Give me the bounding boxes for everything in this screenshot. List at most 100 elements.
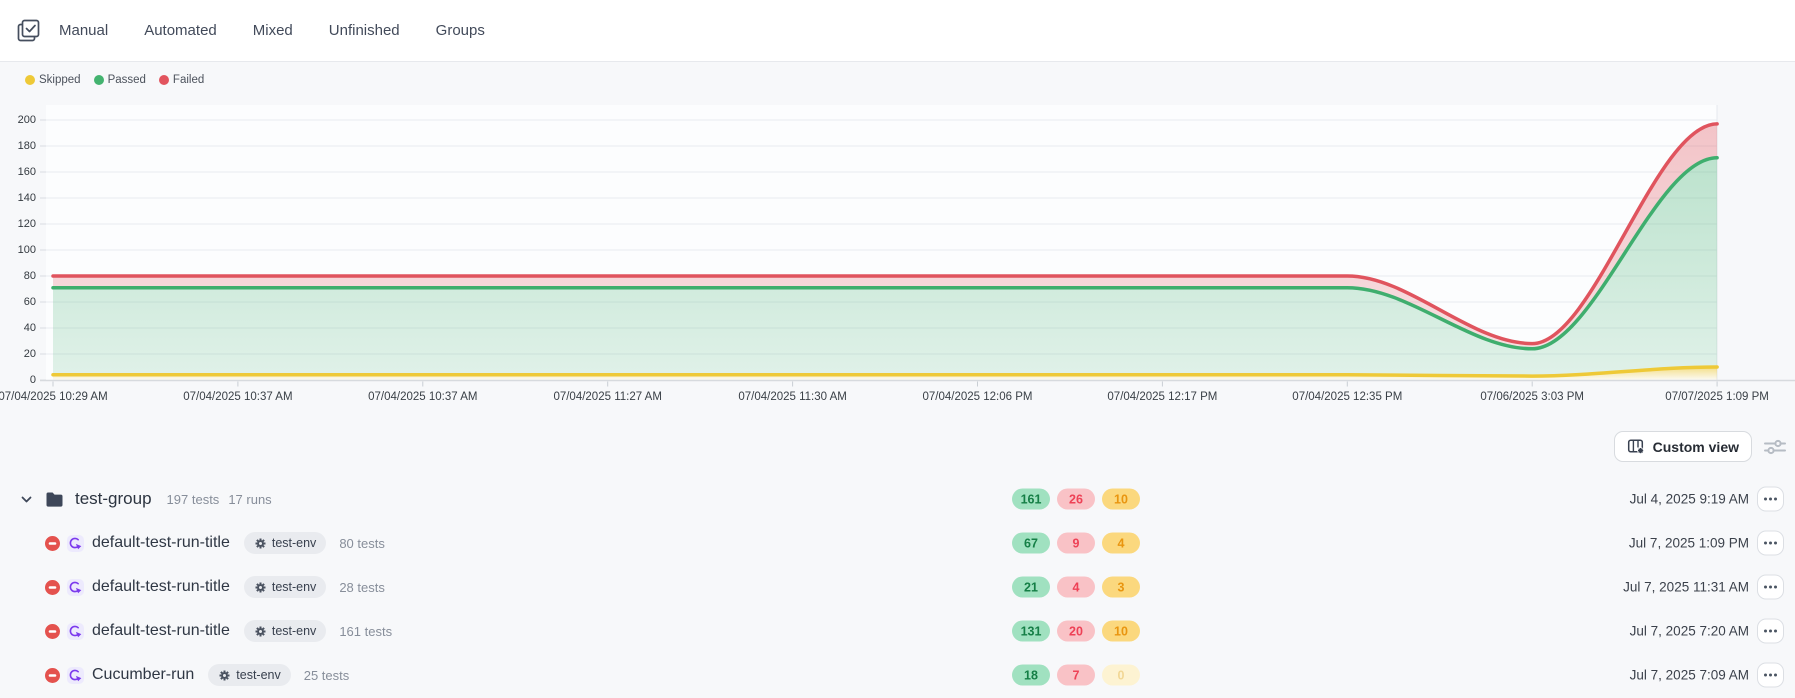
tests-count: 80 tests xyxy=(339,536,385,551)
gear-icon xyxy=(254,537,267,550)
skipped-badge: 0 xyxy=(1102,665,1140,686)
test-group-row[interactable]: test-group 197 tests 17 runs 161 26 10 J… xyxy=(0,477,1795,521)
test-run-icon xyxy=(67,579,84,596)
passed-badge: 67 xyxy=(1012,533,1050,554)
status-stopped-icon xyxy=(45,536,60,551)
tabs: Manual Automated Mixed Unfinished Groups xyxy=(59,22,485,39)
tab-unfinished[interactable]: Unfinished xyxy=(329,22,400,39)
run-date: Jul 4, 2025 9:19 AM xyxy=(1630,492,1749,507)
failed-badge: 9 xyxy=(1057,533,1095,554)
gear-icon xyxy=(254,581,267,594)
skipped-badge: 10 xyxy=(1102,489,1140,510)
sliders-icon[interactable] xyxy=(1763,438,1787,461)
result-badges: 21 4 3 xyxy=(1012,577,1140,598)
run-left: default-test-run-title xyxy=(45,576,385,598)
skipped-badge: 4 xyxy=(1102,533,1140,554)
skipped-dot-icon xyxy=(25,75,35,85)
result-badges: 161 26 10 xyxy=(1012,489,1140,510)
y-axis-label: 20 xyxy=(0,348,36,360)
test-runs-page: Manual Automated Mixed Unfinished Groups… xyxy=(0,0,1795,698)
y-axis-label: 60 xyxy=(0,296,36,308)
x-axis-label: 07/06/2025 3:03 PM xyxy=(1480,391,1584,403)
passed-badge: 131 xyxy=(1012,621,1050,642)
skipped-badge: 10 xyxy=(1102,621,1140,642)
result-badges: 67 9 4 xyxy=(1012,533,1140,554)
x-axis-label: 07/04/2025 10:37 AM xyxy=(183,391,292,403)
environment-badge[interactable]: test-env xyxy=(208,664,290,686)
gear-icon xyxy=(254,625,267,638)
test-results-area-chart: 020406080100120140160180200 07/04/2025 1… xyxy=(0,95,1795,415)
tab-manual[interactable]: Manual xyxy=(59,22,108,39)
result-badges: 131 20 10 xyxy=(1012,621,1140,642)
legend-item-failed[interactable]: Failed xyxy=(159,74,204,86)
tab-automated[interactable]: Automated xyxy=(144,22,217,39)
custom-view-button[interactable]: Custom view xyxy=(1614,431,1752,462)
group-title[interactable]: test-group xyxy=(75,489,152,509)
tests-count: 161 tests xyxy=(339,624,392,639)
legend-item-skipped[interactable]: Skipped xyxy=(25,74,81,86)
run-date: Jul 7, 2025 11:31 AM xyxy=(1623,580,1749,595)
chart-legend: Skipped Passed Failed xyxy=(25,74,204,86)
status-stopped-icon xyxy=(45,668,60,683)
tab-mixed[interactable]: Mixed xyxy=(253,22,293,39)
tests-count: 25 tests xyxy=(304,668,350,683)
test-run-row[interactable]: Cucumber-run xyxy=(0,653,1795,697)
environment-label: test-env xyxy=(272,580,316,594)
tab-groups[interactable]: Groups xyxy=(436,22,485,39)
gear-icon xyxy=(218,669,231,682)
x-axis-label: 07/04/2025 11:27 AM xyxy=(553,391,662,403)
chevron-down-icon[interactable] xyxy=(20,493,33,506)
table-gear-icon xyxy=(1627,438,1645,455)
group-runs-count: 17 runs xyxy=(228,492,271,507)
row-menu-button[interactable] xyxy=(1757,487,1784,512)
run-title[interactable]: default-test-run-title xyxy=(92,578,230,596)
select-all-icon[interactable] xyxy=(15,17,42,44)
run-title[interactable]: default-test-run-title xyxy=(92,622,230,640)
x-axis-label: 07/04/2025 10:37 AM xyxy=(368,391,477,403)
failed-badge: 20 xyxy=(1057,621,1095,642)
group-left: test-group 197 tests 17 runs xyxy=(20,489,272,509)
environment-badge[interactable]: test-env xyxy=(244,620,326,642)
row-menu-button[interactable] xyxy=(1757,575,1784,600)
test-run-icon xyxy=(67,535,84,552)
environment-label: test-env xyxy=(236,668,280,682)
y-axis-label: 160 xyxy=(0,166,36,178)
test-run-icon xyxy=(67,667,84,684)
legend-label: Failed xyxy=(173,74,204,86)
test-run-row[interactable]: default-test-run-title xyxy=(0,521,1795,565)
failed-badge: 4 xyxy=(1057,577,1095,598)
y-axis-label: 80 xyxy=(0,270,36,282)
environment-badge[interactable]: test-env xyxy=(244,532,326,554)
run-title[interactable]: default-test-run-title xyxy=(92,534,230,552)
group-tests-count: 197 tests xyxy=(167,492,220,507)
status-stopped-icon xyxy=(45,624,60,639)
y-axis-label: 200 xyxy=(0,114,36,126)
test-runs-list: test-group 197 tests 17 runs 161 26 10 J… xyxy=(0,477,1795,697)
y-axis-label: 100 xyxy=(0,244,36,256)
run-left: Cucumber-run xyxy=(45,664,349,686)
row-menu-button[interactable] xyxy=(1757,663,1784,688)
passed-badge: 21 xyxy=(1012,577,1050,598)
row-menu-button[interactable] xyxy=(1757,531,1784,556)
y-axis-label: 0 xyxy=(0,374,36,386)
legend-label: Skipped xyxy=(39,74,81,86)
legend-item-passed[interactable]: Passed xyxy=(94,74,146,86)
y-axis-label: 40 xyxy=(0,322,36,334)
passed-dot-icon xyxy=(94,75,104,85)
row-menu-button[interactable] xyxy=(1757,619,1784,644)
x-axis-label: 07/04/2025 11:30 AM xyxy=(738,391,847,403)
tests-count: 28 tests xyxy=(339,580,385,595)
test-run-row[interactable]: default-test-run-title xyxy=(0,609,1795,653)
run-date: Jul 7, 2025 7:20 AM xyxy=(1630,624,1749,639)
run-title[interactable]: Cucumber-run xyxy=(92,666,194,684)
environment-badge[interactable]: test-env xyxy=(244,576,326,598)
test-run-row[interactable]: default-test-run-title xyxy=(0,565,1795,609)
y-axis-label: 120 xyxy=(0,218,36,230)
environment-label: test-env xyxy=(272,536,316,550)
x-axis-label: 07/04/2025 12:06 PM xyxy=(923,391,1033,403)
run-date: Jul 7, 2025 7:09 AM xyxy=(1630,668,1749,683)
x-axis-label: 07/07/2025 1:09 PM xyxy=(1665,391,1769,403)
x-axis-label: 07/04/2025 12:17 PM xyxy=(1107,391,1217,403)
skipped-badge: 3 xyxy=(1102,577,1140,598)
y-axis-label: 180 xyxy=(0,140,36,152)
